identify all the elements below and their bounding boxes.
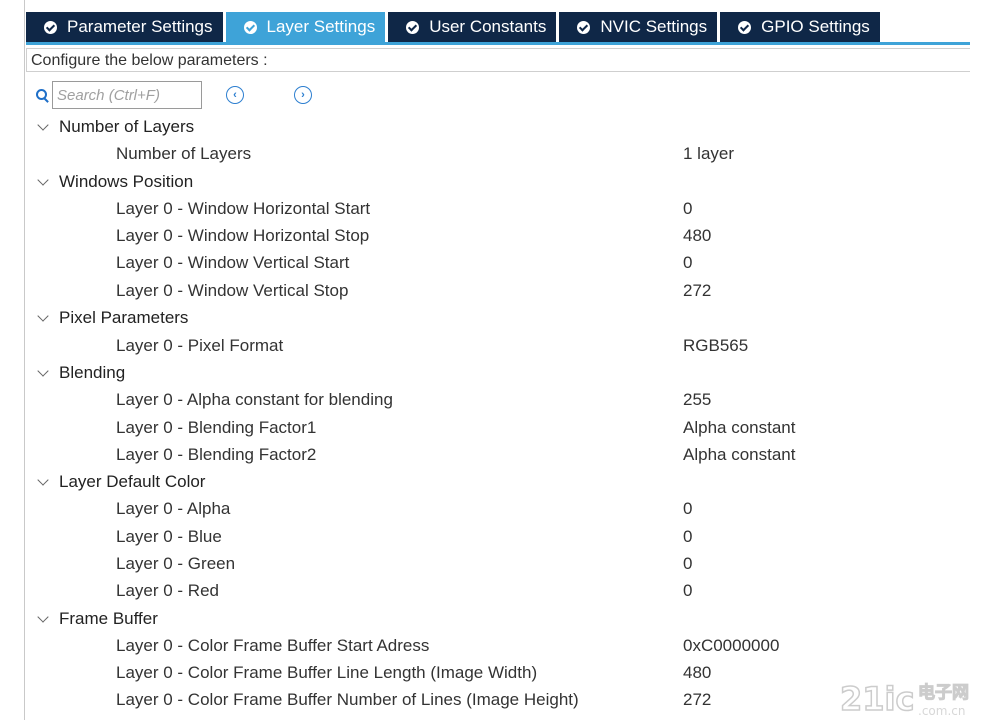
svg-text:.com.cn: .com.cn xyxy=(918,704,965,718)
param-row[interactable]: Layer 0 - Window Horizontal Start 0 xyxy=(0,197,995,224)
param-row[interactable]: Layer 0 - Alpha constant for blending 25… xyxy=(0,388,995,415)
svg-text:电子网: 电子网 xyxy=(918,682,969,703)
param-value[interactable]: 0xC0000000 xyxy=(683,636,779,656)
tab-underline xyxy=(26,42,970,45)
param-value[interactable]: 480 xyxy=(683,226,711,246)
param-row[interactable]: Layer 0 - Green 0 xyxy=(0,552,995,579)
previous-match-button[interactable]: ‹ xyxy=(226,86,244,104)
chevron-down-icon[interactable] xyxy=(37,174,49,186)
param-name: Layer 0 - Green xyxy=(116,554,236,573)
group-layer-default-color[interactable]: Layer Default Color xyxy=(0,470,995,497)
param-name: Layer 0 - Blending Factor1 xyxy=(116,418,317,437)
param-name: Number of Layers xyxy=(116,144,252,163)
param-name: Layer 0 - Window Horizontal Start xyxy=(116,199,371,218)
param-value[interactable]: 0 xyxy=(683,581,692,601)
tab-label: Parameter Settings xyxy=(67,17,213,36)
group-blending[interactable]: Blending xyxy=(0,361,995,388)
check-circle-icon xyxy=(738,20,752,34)
check-circle-icon xyxy=(577,20,591,34)
tab-bar: Parameter Settings Layer Settings User C… xyxy=(26,12,883,42)
check-circle-icon xyxy=(243,20,257,34)
next-match-button[interactable]: › xyxy=(294,86,312,104)
chevron-down-icon[interactable] xyxy=(37,611,49,623)
param-value[interactable]: 272 xyxy=(683,281,711,301)
check-circle-icon xyxy=(44,20,57,34)
param-name: Layer 0 - Color Frame Buffer Number of L… xyxy=(116,690,579,709)
tab-user-constants[interactable]: User Constants xyxy=(388,12,557,42)
param-value[interactable]: Alpha constant xyxy=(683,445,795,465)
tab-gpio-settings[interactable]: GPIO Settings xyxy=(720,12,880,42)
param-value[interactable]: Alpha constant xyxy=(683,418,795,438)
param-row[interactable]: Layer 0 - Blending Factor2 Alpha constan… xyxy=(0,443,995,470)
param-value[interactable]: 0 xyxy=(683,499,692,519)
param-value[interactable]: 0 xyxy=(683,253,692,273)
chevron-left-circle-icon: ‹ xyxy=(233,88,237,101)
chevron-down-icon[interactable] xyxy=(37,474,49,486)
param-value[interactable]: 0 xyxy=(683,527,692,547)
param-row[interactable]: Layer 0 - Window Vertical Stop 272 xyxy=(0,279,995,306)
param-name: Layer 0 - Color Frame Buffer Line Length… xyxy=(116,663,538,682)
param-name: Layer 0 - Color Frame Buffer Start Adres… xyxy=(116,636,430,655)
param-value[interactable]: 0 xyxy=(683,199,692,219)
chevron-right-circle-icon: › xyxy=(301,88,305,101)
group-pixel-parameters[interactable]: Pixel Parameters xyxy=(0,306,995,333)
search-bar: ‹ › xyxy=(36,80,312,110)
param-value[interactable]: 272 xyxy=(683,690,711,710)
group-label: Blending xyxy=(59,363,126,382)
group-label: Windows Position xyxy=(59,172,194,191)
param-value[interactable]: 0 xyxy=(683,554,692,574)
tab-label: User Constants xyxy=(429,17,547,36)
chevron-down-icon[interactable] xyxy=(37,365,49,377)
param-row[interactable]: Layer 0 - Alpha 0 xyxy=(0,497,995,524)
param-row[interactable]: Layer 0 - Window Vertical Start 0 xyxy=(0,251,995,278)
group-label: Layer Default Color xyxy=(59,472,206,491)
param-row[interactable]: Layer 0 - Color Frame Buffer Start Adres… xyxy=(0,634,995,661)
group-label: Frame Buffer xyxy=(59,609,158,628)
param-name: Layer 0 - Red xyxy=(116,581,219,600)
param-row[interactable]: Layer 0 - Red 0 xyxy=(0,579,995,606)
param-row[interactable]: Layer 0 - Blue 0 xyxy=(0,525,995,552)
param-name: Layer 0 - Window Vertical Start xyxy=(116,253,350,272)
param-row[interactable]: Number of Layers 1 layer xyxy=(0,142,995,169)
tab-layer-settings[interactable]: Layer Settings xyxy=(225,12,386,42)
watermark-logo: 21ic 电子网 .com.cn xyxy=(839,679,969,718)
tab-label: Layer Settings xyxy=(266,17,376,36)
group-frame-buffer[interactable]: Frame Buffer xyxy=(0,607,995,634)
tab-nvic-settings[interactable]: NVIC Settings xyxy=(559,12,718,42)
param-name: Layer 0 - Blue xyxy=(116,527,222,546)
tab-label: NVIC Settings xyxy=(600,17,708,36)
param-name: Layer 0 - Pixel Format xyxy=(116,336,284,355)
check-circle-icon xyxy=(406,20,420,34)
param-name: Layer 0 - Window Vertical Stop xyxy=(116,281,349,300)
tab-parameter-settings[interactable]: Parameter Settings xyxy=(26,12,223,42)
param-value[interactable]: 480 xyxy=(683,663,711,683)
search-input[interactable] xyxy=(52,81,202,109)
param-name: Layer 0 - Window Horizontal Stop xyxy=(116,226,370,245)
group-windows-position[interactable]: Windows Position xyxy=(0,170,995,197)
group-label: Number of Layers xyxy=(59,117,195,136)
param-row[interactable]: Layer 0 - Pixel Format RGB565 xyxy=(0,334,995,361)
param-name: Layer 0 - Alpha constant for blending xyxy=(116,390,393,409)
param-value[interactable]: RGB565 xyxy=(683,336,748,356)
search-icon[interactable] xyxy=(36,89,48,101)
svg-text:21ic: 21ic xyxy=(840,680,914,718)
param-value[interactable]: 1 layer xyxy=(683,144,734,164)
param-value[interactable]: 255 xyxy=(683,390,711,410)
param-name: Layer 0 - Blending Factor2 xyxy=(116,445,317,464)
chevron-down-icon[interactable] xyxy=(37,310,49,322)
configure-label: Configure the below parameters : xyxy=(26,48,970,72)
group-label: Pixel Parameters xyxy=(59,308,189,327)
param-row[interactable]: Layer 0 - Blending Factor1 Alpha constan… xyxy=(0,416,995,443)
tab-label: GPIO Settings xyxy=(761,17,870,36)
chevron-down-icon[interactable] xyxy=(37,119,49,131)
param-name: Layer 0 - Alpha xyxy=(116,499,231,518)
group-number-of-layers[interactable]: Number of Layers xyxy=(0,115,995,142)
param-row[interactable]: Layer 0 - Window Horizontal Stop 480 xyxy=(0,224,995,251)
